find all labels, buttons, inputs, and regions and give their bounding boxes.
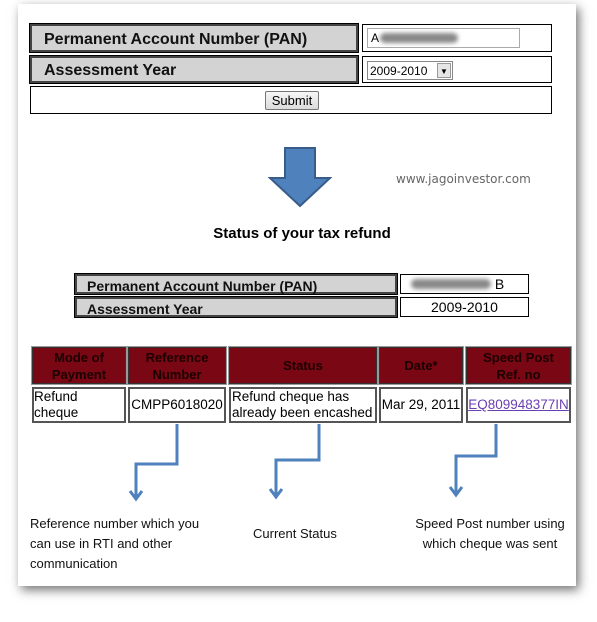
pan-label: Permanent Account Number (PAN)	[29, 23, 359, 53]
redaction-blur	[380, 33, 458, 43]
watermark: www.jagoinvestor.com	[396, 172, 531, 186]
cell-speedpost: EQ809948377IN	[466, 387, 571, 423]
header-speedpost: Speed Post Ref. no	[465, 346, 572, 385]
header-date: Date*	[378, 346, 464, 385]
result-pan-value: B	[400, 274, 529, 294]
cell-date: Mar 29, 2011	[379, 387, 463, 423]
submit-button[interactable]: Submit	[265, 91, 319, 110]
reference-arrow-icon	[134, 424, 179, 498]
speedpost-arrow-icon	[454, 424, 498, 494]
note-reference: Reference number which you can use in RT…	[30, 516, 200, 571]
pan-input[interactable]: A	[367, 28, 520, 48]
down-arrow-icon	[268, 147, 332, 208]
result-pan-label: Permanent Account Number (PAN)	[74, 273, 398, 295]
header-reference: Reference Number	[127, 346, 227, 385]
result-year-value: 2009-2010	[400, 297, 529, 317]
pan-cell: A	[362, 24, 552, 52]
cell-status: Refund cheque has already been encashed	[229, 387, 377, 423]
note-status: Current Status	[253, 526, 337, 541]
status-arrow-icon	[274, 424, 321, 496]
header-status: Status	[228, 346, 378, 385]
callout-arrows	[128, 424, 498, 502]
year-select-value: 2009-2010	[370, 64, 428, 78]
result-title: Status of your tax refund	[213, 225, 391, 242]
result-year-label: Assessment Year	[74, 296, 398, 318]
pan-input-value: A	[371, 31, 380, 45]
redaction-blur	[411, 279, 491, 289]
year-label: Assessment Year	[29, 55, 359, 84]
year-cell: 2009-2010 ▼	[362, 56, 552, 83]
cell-mode: Refund cheque	[32, 387, 126, 423]
speedpost-link[interactable]: EQ809948377IN	[468, 397, 569, 413]
year-select[interactable]: 2009-2010 ▼	[367, 61, 453, 80]
cell-reference: CMPP6018020	[128, 387, 226, 423]
note-speedpost: Speed Post number using which cheque was…	[415, 516, 565, 551]
chevron-down-icon[interactable]: ▼	[437, 63, 451, 78]
submit-row: Submit	[30, 86, 552, 114]
header-mode: Mode of Payment	[31, 346, 127, 385]
